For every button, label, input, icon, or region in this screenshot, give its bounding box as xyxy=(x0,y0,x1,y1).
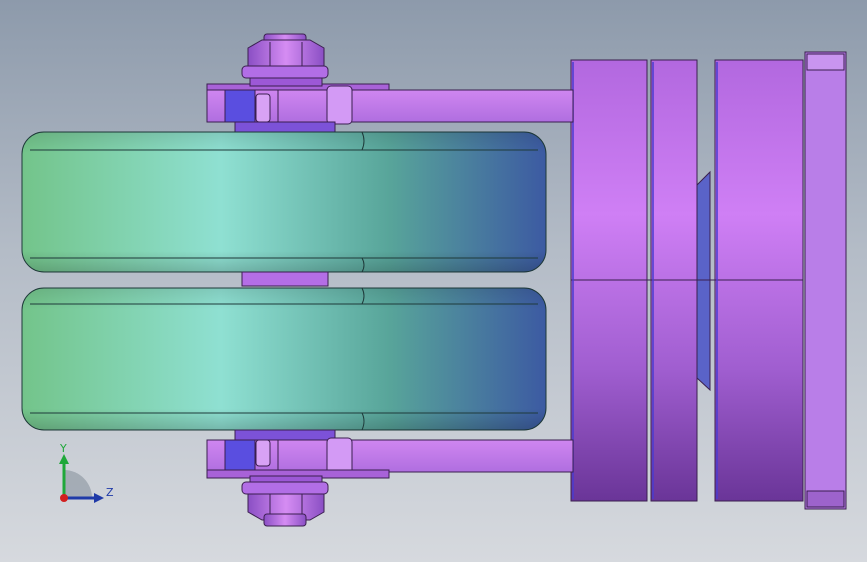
origin-dot-icon xyxy=(60,494,68,502)
mounting-plate-stack[interactable] xyxy=(570,51,847,510)
axle-spacer[interactable] xyxy=(241,271,329,287)
coordinate-triad: Y Z xyxy=(46,440,126,510)
z-arrow-icon xyxy=(94,493,104,503)
fork-arm-bottom[interactable] xyxy=(206,429,574,479)
triad-plane-icon xyxy=(64,470,92,498)
z-axis-label: Z xyxy=(106,486,114,499)
y-arrow-icon xyxy=(59,454,69,464)
wheel-lower[interactable] xyxy=(21,287,547,431)
graphics-viewport[interactable]: Y Z xyxy=(0,0,867,562)
bottom-nut[interactable] xyxy=(241,475,329,527)
y-axis-label: Y xyxy=(60,442,67,455)
caster-model[interactable] xyxy=(0,0,867,562)
top-nut[interactable] xyxy=(241,33,329,87)
wheel-upper[interactable] xyxy=(21,131,547,273)
fork-arm-top[interactable] xyxy=(206,83,574,133)
